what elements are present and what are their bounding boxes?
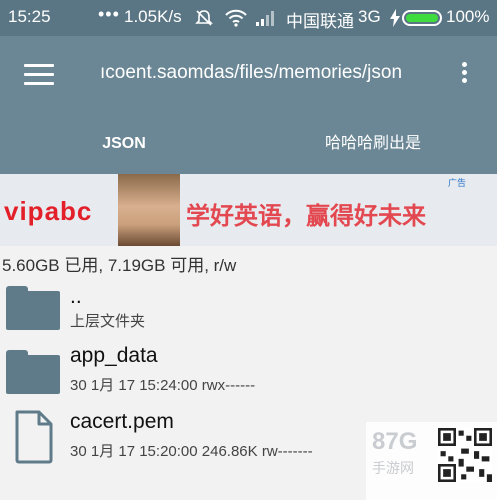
tab-json[interactable]: JSON	[0, 112, 248, 174]
ad-slogan: 学好英语，赢得好未来	[186, 203, 426, 230]
ad-photo	[118, 174, 180, 246]
battery-icon	[402, 10, 442, 26]
list-item-app-data[interactable]: app_data 30 1月 17 15:24:00 rwx------	[0, 344, 497, 408]
folder-icon	[6, 350, 60, 394]
storage-info: 5.60GB 已用, 7.19GB 可用, r/w	[2, 256, 237, 275]
watermark-subtitle: 手游网	[372, 460, 414, 476]
dots-icon: •••	[98, 4, 120, 24]
list-item-parent[interactable]: .. 上层文件夹	[0, 280, 497, 344]
current-path: ıcoent.saomdas/files/memories/json	[100, 62, 403, 83]
ad-tag: 广告	[448, 178, 467, 188]
ad-brand: vipabc	[4, 196, 93, 226]
hamburger-menu-icon[interactable]	[24, 64, 54, 86]
tab-second[interactable]: 哈哈哈刷出是	[249, 112, 497, 174]
file-meta: 30 1月 17 15:20:00 246.86K rw-------	[70, 443, 313, 460]
battery-percent: 100%	[446, 7, 490, 26]
status-time: 15:25	[8, 7, 51, 26]
app-bar: ıcoent.saomdas/files/memories/json	[0, 36, 497, 112]
watermark: 87G 手游网	[366, 422, 497, 500]
mute-icon	[195, 10, 213, 26]
status-bar: 15:25 ••• 1.05K/s 中国联通 3G 100%	[0, 0, 497, 36]
file-name: ..	[70, 285, 82, 308]
network-type: 3G	[358, 7, 381, 26]
watermark-logo: 87G	[372, 428, 418, 455]
file-name: app_data	[70, 344, 158, 367]
ad-banner[interactable]: vipabc 学好英语，赢得好未来 广告	[0, 174, 497, 246]
wifi-icon	[225, 9, 247, 27]
signal-icon	[256, 11, 274, 26]
qr-code-icon	[438, 428, 492, 482]
file-meta: 上层文件夹	[70, 313, 146, 330]
file-name: cacert.pem	[70, 410, 174, 433]
charging-icon	[390, 9, 400, 27]
overflow-menu-icon[interactable]	[456, 62, 472, 90]
file-icon	[15, 410, 53, 464]
folder-icon	[6, 286, 60, 330]
carrier: 中国联通	[286, 12, 354, 31]
tab-bar: JSON 哈哈哈刷出是	[0, 112, 497, 174]
network-speed: 1.05K/s	[124, 7, 182, 26]
file-meta: 30 1月 17 15:24:00 rwx------	[70, 377, 256, 394]
